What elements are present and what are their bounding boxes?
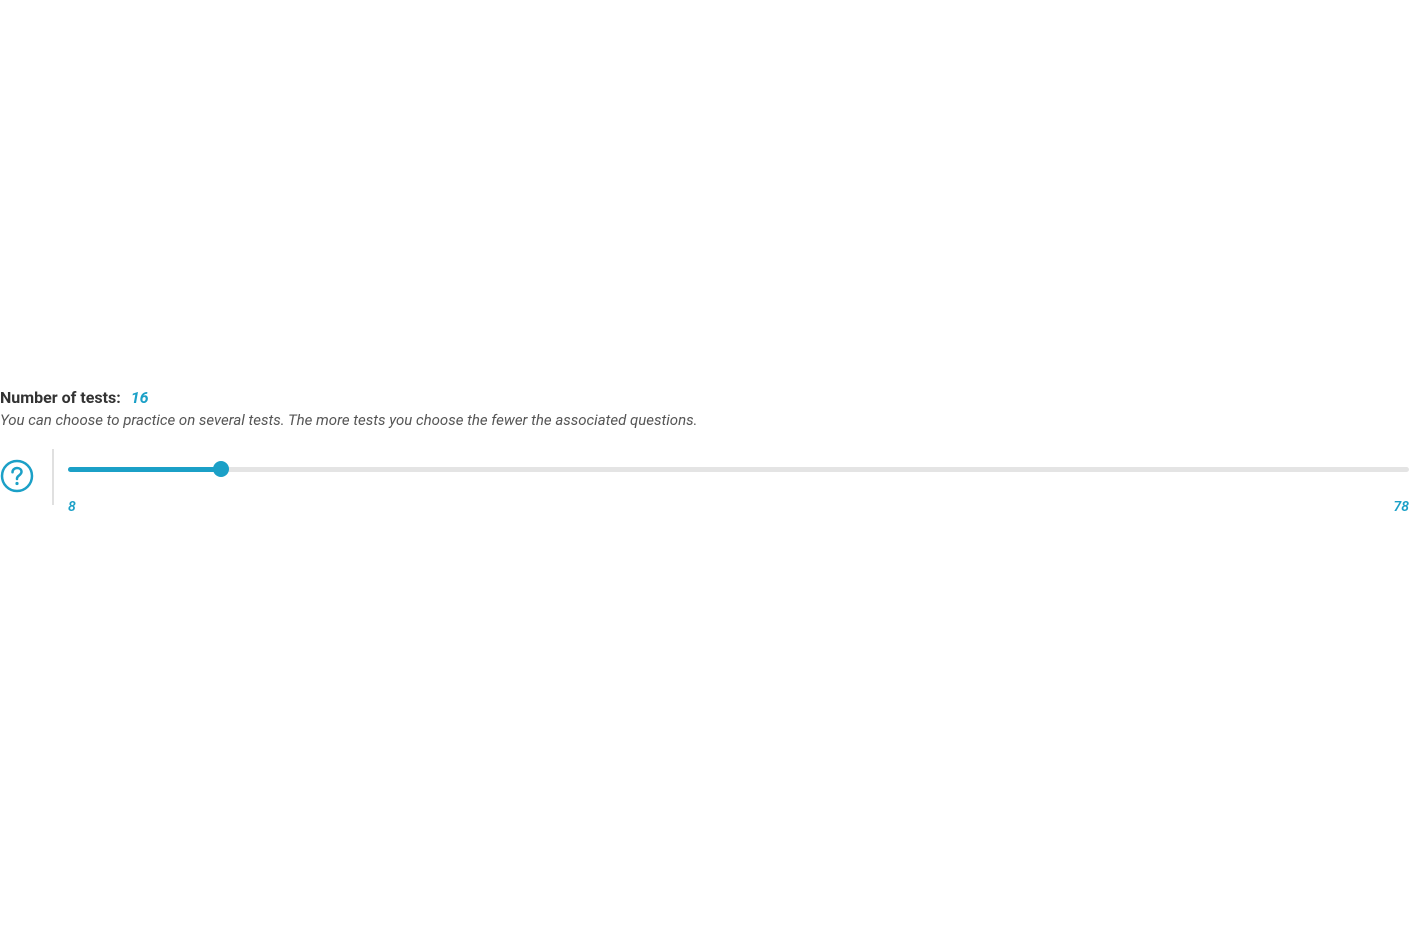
slider-min-label: 8 <box>68 499 76 515</box>
help-icon <box>0 459 34 493</box>
slider[interactable] <box>68 461 1409 477</box>
slider-track <box>68 467 1409 472</box>
help-button[interactable] <box>0 459 34 493</box>
slider-container: 8 78 <box>68 461 1409 515</box>
slider-max-label: 78 <box>1393 499 1409 515</box>
tests-slider-section: Number of tests: 16 You can choose to pr… <box>0 388 1409 515</box>
slider-label: Number of tests: <box>0 388 121 407</box>
divider <box>52 449 54 505</box>
slider-fill <box>68 467 221 472</box>
slider-range-labels: 8 78 <box>68 499 1409 515</box>
slider-row: 8 78 <box>0 461 1409 515</box>
slider-description: You can choose to practice on several te… <box>0 411 1409 429</box>
slider-thumb[interactable] <box>213 461 229 477</box>
slider-current-value: 16 <box>131 388 149 407</box>
label-row: Number of tests: 16 <box>0 388 1409 407</box>
